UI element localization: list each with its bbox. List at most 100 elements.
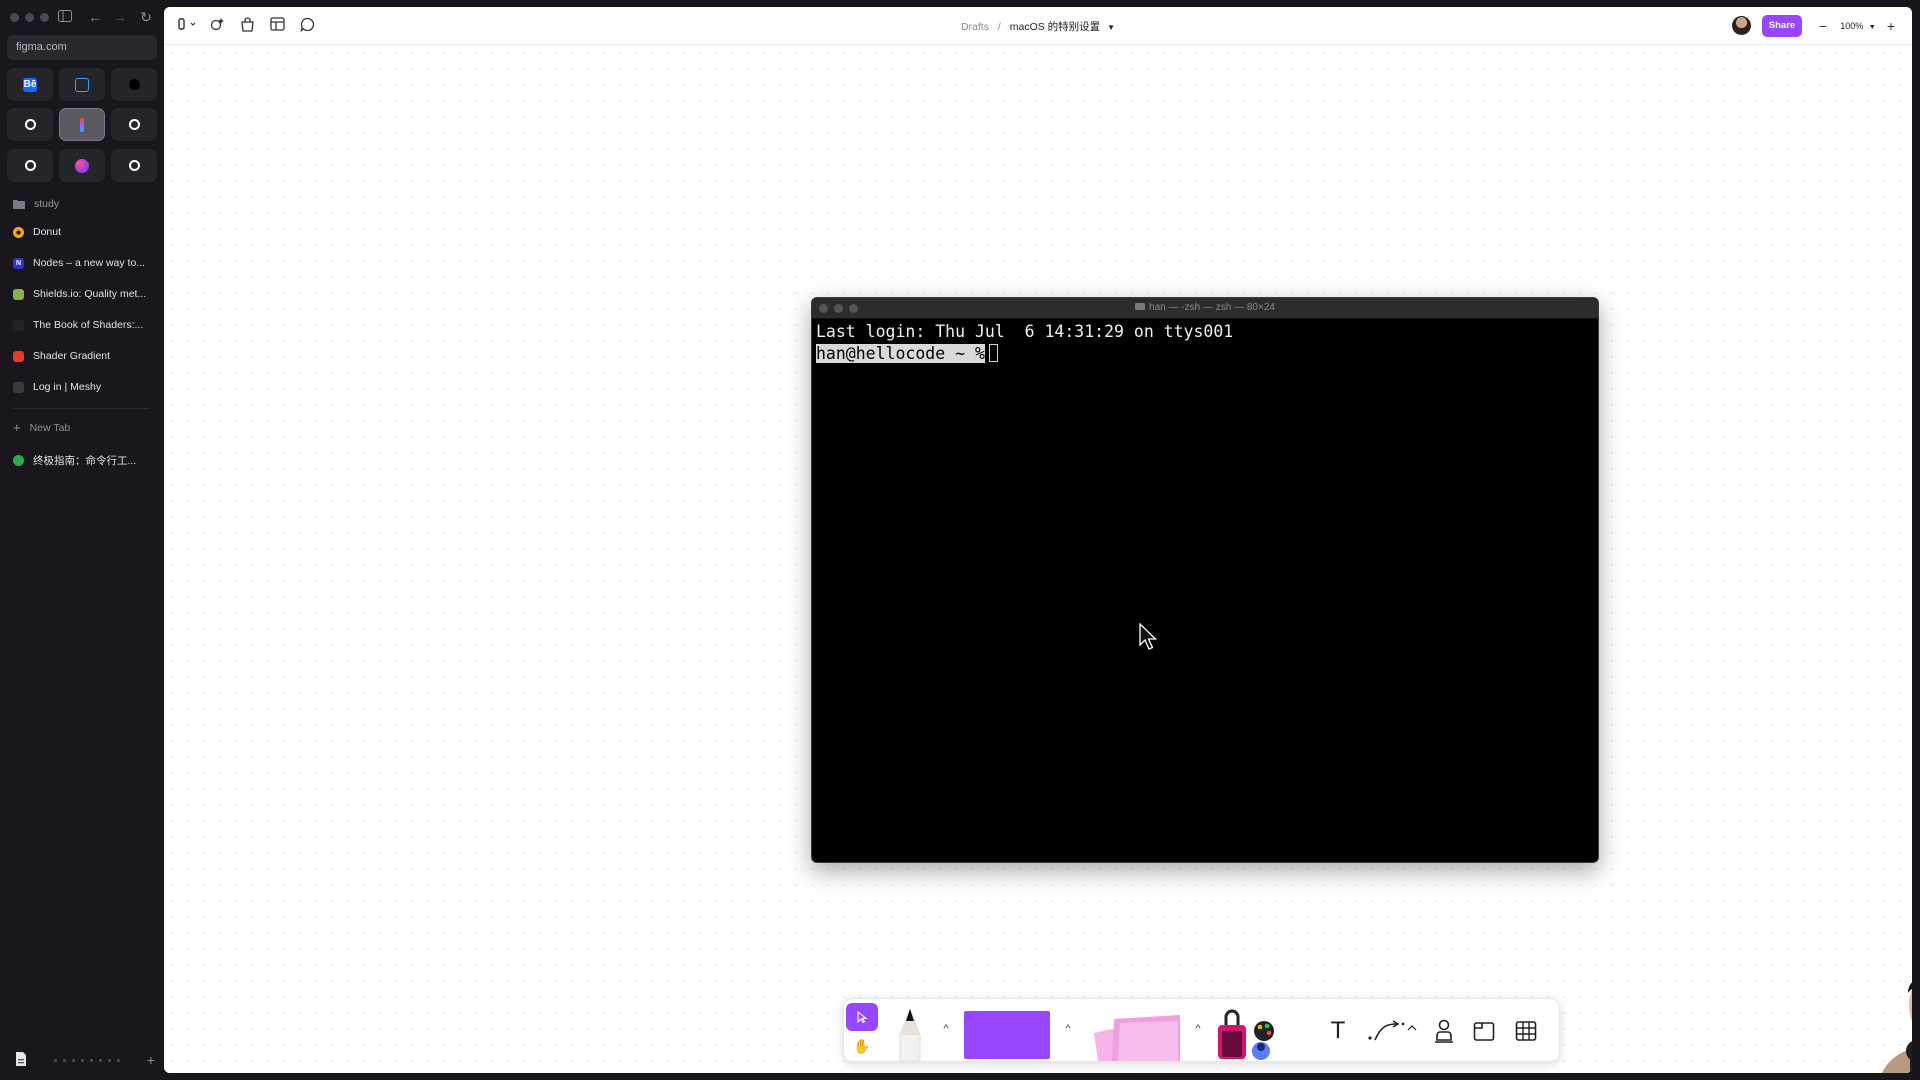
tab-label: Shields.io: Quality met... [33, 288, 147, 300]
behance-icon: Bē [23, 77, 37, 92]
sidebar-item-meshy[interactable]: Log in | Meshy [13, 377, 158, 397]
zoom-level: 100% [1840, 21, 1864, 31]
sidebar-bottom-bar: + [14, 1050, 155, 1070]
new-tab-button[interactable]: + New Tab [13, 420, 70, 435]
figjam-toolbar: ✋ ^ ^ ^ T [843, 998, 1560, 1062]
move-tool-icon[interactable] [846, 1003, 878, 1031]
favorite-tile-8[interactable] [111, 149, 157, 182]
favorite-tile-0[interactable]: Bē [7, 68, 53, 101]
zoom-level-dropdown[interactable]: 100% ▼ [1838, 15, 1878, 37]
mouse-pointer-icon [1139, 623, 1158, 650]
favorite-tile-5[interactable] [111, 108, 157, 141]
shape-tool-icon[interactable] [964, 1011, 1050, 1059]
book-of-shaders-icon [13, 319, 24, 331]
user-avatar[interactable] [1732, 16, 1751, 35]
shader-gradient-icon [13, 350, 24, 362]
sidebar-divider [13, 408, 150, 409]
sidebar-item-book-of-shaders[interactable]: The Book of Shaders:... [13, 315, 158, 335]
figma-window: Drafts / macOS 的特别设置 ▼ Share − 100% ▼ + … [164, 7, 1912, 1073]
chevron-up-icon[interactable]: ^ [940, 1021, 952, 1037]
sidebar-item-shader-gradient[interactable]: Shader Gradient [13, 346, 158, 366]
terminal-last-login: Last login: Thu Jul 6 14:31:29 on ttys00… [816, 322, 1234, 341]
sidebar-item-nodes[interactable]: N Nodes – a new way to... [13, 253, 158, 273]
github-icon [24, 119, 36, 130]
tab-label: 终极指南：命令行工... [33, 454, 137, 467]
reload-icon[interactable]: ↻ [137, 8, 155, 26]
tab-label: Shader Gradient [33, 350, 111, 362]
zoom-out-icon[interactable]: − [1814, 15, 1832, 37]
chevron-down-icon[interactable]: ▼ [1107, 23, 1115, 32]
terminal-title-text: han — -zsh — zsh — 80×24 [1149, 302, 1275, 313]
person-stamp-tool-icon[interactable] [1430, 1017, 1458, 1045]
connector-tool-icon[interactable] [1366, 1017, 1418, 1045]
space-switcher-dots[interactable] [54, 1058, 121, 1062]
browser-sidebar: ← → ↻ figma.com Bē study Donut N Nodes – a… [0, 0, 163, 1080]
presenter-webcam-overlay [1882, 982, 1912, 1073]
terminal-body: Last login: Thu Jul 6 14:31:29 on ttys00… [812, 319, 1598, 367]
donut-icon [13, 226, 24, 238]
folder-icon [13, 200, 25, 209]
add-space-icon[interactable]: + [147, 1052, 155, 1068]
figma-icon [80, 117, 84, 132]
terminal-window-image[interactable]: han — -zsh — zsh — 80×24 Last login: Thu… [811, 297, 1599, 863]
terminal-cursor [988, 344, 998, 362]
favorite-tile-1[interactable] [59, 68, 105, 101]
terminal-prompt: han@hellocode ~ % [816, 344, 985, 363]
shields-icon [13, 288, 24, 300]
forward-arrow-icon[interactable]: → [111, 8, 129, 26]
figma-topbar: Drafts / macOS 的特别设置 ▼ Share − 100% ▼ + [164, 7, 1912, 45]
breadcrumb-drafts[interactable]: Drafts [961, 21, 989, 33]
chevron-down-icon: ▼ [1868, 24, 1876, 31]
folder-study[interactable]: study [13, 198, 59, 210]
favorite-tile-6[interactable] [7, 149, 53, 182]
sidebar-item-donut[interactable]: Donut [13, 222, 158, 242]
breadcrumb: Drafts / macOS 的特别设置 ▼ [164, 19, 1912, 34]
wechat-icon [13, 454, 24, 466]
folder-icon [1135, 303, 1146, 310]
circle-app-icon [128, 79, 140, 90]
calendar-icon [75, 77, 89, 92]
terminal-title: han — -zsh — zsh — 80×24 [812, 302, 1598, 313]
url-bar[interactable]: figma.com [7, 35, 157, 60]
tab-label: Donut [33, 226, 62, 238]
back-arrow-icon[interactable]: ← [86, 8, 104, 26]
favorite-tile-2[interactable] [111, 68, 157, 101]
folder-label: study [34, 198, 60, 210]
hand-tool-icon[interactable]: ✋ [846, 1033, 878, 1059]
toggle-sidebar-icon[interactable] [56, 8, 74, 26]
new-tab-label: New Tab [29, 421, 71, 434]
table-tool-icon[interactable] [1512, 1017, 1540, 1045]
sticky-note-tool-icon[interactable] [1084, 1011, 1184, 1061]
chevron-up-icon[interactable]: ^ [1062, 1021, 1074, 1037]
meshy-icon [13, 381, 24, 393]
section-tool-icon[interactable] [1470, 1017, 1498, 1045]
zoom-window-button[interactable] [40, 13, 49, 22]
gradient-orb-icon [75, 158, 89, 173]
tab-label: The Book of Shaders:... [33, 319, 144, 331]
nodes-icon: N [13, 257, 24, 269]
share-button[interactable]: Share [1762, 15, 1802, 37]
favorite-tile-4[interactable] [59, 108, 105, 141]
favorite-tile-3[interactable] [7, 108, 53, 141]
close-window-button[interactable] [10, 13, 19, 22]
terminal-prompt-line: han@hellocode ~ % [816, 343, 1594, 365]
pencil-tool-icon[interactable] [890, 1007, 930, 1061]
tab-label: Log in | Meshy [33, 381, 102, 393]
archive-icon[interactable] [14, 1051, 28, 1070]
chatgpt-icon [128, 160, 140, 171]
sidebar-item-shields[interactable]: Shields.io: Quality met... [13, 284, 158, 304]
stickers-stamp-tool-icon[interactable] [1210, 1009, 1280, 1061]
terminal-titlebar: han — -zsh — zsh — 80×24 [812, 298, 1598, 319]
tab-label: Nodes – a new way to... [33, 257, 146, 269]
zoom-in-icon[interactable]: + [1882, 15, 1900, 37]
chevron-up-icon[interactable]: ^ [1192, 1021, 1204, 1037]
sidebar-item-wechat-article[interactable]: 终极指南：命令行工... [13, 450, 158, 470]
bear-icon [128, 119, 140, 130]
file-name[interactable]: macOS 的特别设置 [1010, 21, 1100, 33]
favorite-tile-7[interactable] [59, 149, 105, 182]
text-tool-icon[interactable]: T [1320, 1017, 1356, 1045]
plus-icon: + [13, 420, 21, 435]
minimize-window-button[interactable] [25, 13, 34, 22]
breadcrumb-separator: / [997, 21, 1001, 33]
framer-icon [24, 160, 36, 171]
